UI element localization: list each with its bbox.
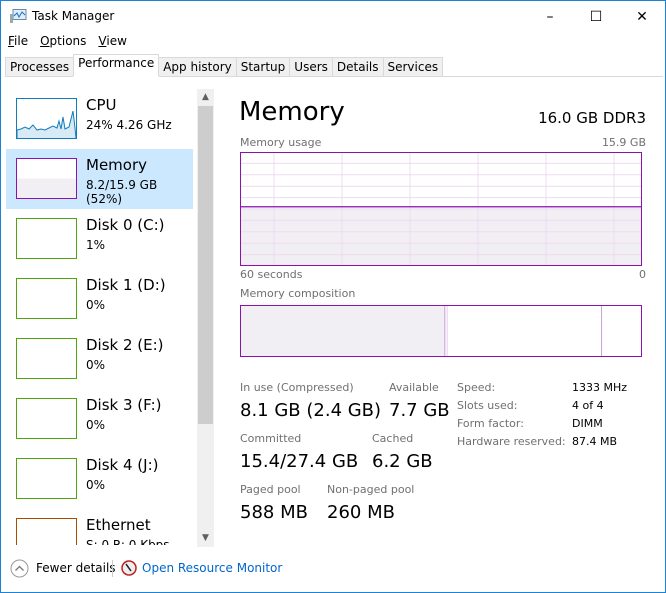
usage-label: Memory usage xyxy=(240,136,322,149)
sidebar-item-name: Ethernet xyxy=(86,516,151,534)
modified-segment[interactable] xyxy=(444,305,448,357)
menu-bar: File Options View xyxy=(8,34,127,48)
non-paged-pool-label: Non-paged pool xyxy=(327,483,415,496)
cpu-sparkline xyxy=(16,110,77,139)
memory-spec: 16.0 GB DDR3 xyxy=(538,109,646,127)
window-title: Task Manager xyxy=(32,9,115,23)
resource-monitor-icon xyxy=(121,560,137,576)
sidebar-item-disk-2-e[interactable]: Disk 2 (E:) 0% xyxy=(6,329,193,389)
spec-label: Speed: xyxy=(457,381,496,394)
memory-composition-bar xyxy=(240,305,642,357)
in-use-label: In use (Compressed) xyxy=(240,381,354,394)
sidebar-scrollbar[interactable]: ▲ ▼ xyxy=(197,89,214,547)
scroll-down-icon[interactable]: ▼ xyxy=(197,530,214,547)
composition-label: Memory composition xyxy=(240,287,356,300)
tab-processes[interactable]: Processes xyxy=(5,57,75,77)
menu-view[interactable]: View xyxy=(98,34,126,48)
sidebar-item-memory[interactable]: Memory 8.2/15.9 GB (52%) xyxy=(6,149,193,209)
footer: Fewer details Open Resource Monitor xyxy=(1,554,665,584)
time-left-label: 60 seconds xyxy=(240,268,303,281)
paged-pool-label: Paged pool xyxy=(240,483,301,496)
thumbnail-graph xyxy=(16,158,77,199)
spec-value: 4 of 4 xyxy=(572,399,604,412)
tab-users[interactable]: Users xyxy=(289,57,333,77)
sidebar-item-cpu[interactable]: CPU 24% 4.26 GHz xyxy=(6,89,193,149)
tab-services[interactable]: Services xyxy=(382,57,444,77)
usage-fill xyxy=(240,206,642,266)
available-value: 7.7 GB xyxy=(389,400,450,421)
sidebar-item-name: Disk 2 (E:) xyxy=(86,336,164,354)
paged-pool-value: 588 MB xyxy=(240,502,308,523)
page-title: Memory xyxy=(239,97,345,127)
spec-label: Hardware reserved: xyxy=(457,435,566,448)
sidebar-item-name: Disk 1 (D:) xyxy=(86,276,166,294)
sidebar-item-value: 0% xyxy=(86,298,106,312)
spec-label: Slots used: xyxy=(457,399,518,412)
memory-usage-graph xyxy=(240,152,642,266)
menu-file[interactable]: File xyxy=(8,34,28,48)
spec-value: 1333 MHz xyxy=(572,381,628,394)
fewer-details-button[interactable]: Fewer details xyxy=(36,561,116,575)
thumbnail-graph xyxy=(16,218,77,259)
thumbnail-graph xyxy=(16,518,77,545)
sidebar-item-value: 0% xyxy=(86,418,106,432)
sidebar-item-name: CPU xyxy=(86,96,117,114)
sidebar-item-name: Disk 4 (J:) xyxy=(86,456,159,474)
spec-value: 87.4 MB xyxy=(572,435,618,448)
title-bar: Task Manager – ☐ ✕ xyxy=(1,1,665,33)
open-resource-monitor-link[interactable]: Open Resource Monitor xyxy=(142,561,282,575)
task-manager-icon xyxy=(10,9,27,23)
chevron-up-circle-icon[interactable] xyxy=(10,559,29,578)
usage-max: 15.9 GB xyxy=(601,136,646,149)
spec-label: Form factor: xyxy=(457,417,524,430)
sidebar-item-value: 1% xyxy=(86,238,106,252)
standby-segment[interactable] xyxy=(447,305,602,357)
close-button[interactable]: ✕ xyxy=(619,1,665,32)
thumbnail-graph xyxy=(16,398,77,439)
sidebar-item-value: S: 0 R: 0 Kbps xyxy=(86,538,170,545)
in-use-segment[interactable] xyxy=(240,305,445,357)
footer-divider xyxy=(112,560,113,577)
scroll-up-icon[interactable]: ▲ xyxy=(197,89,214,106)
menu-options[interactable]: Options xyxy=(40,34,86,48)
memory-detail: Memory 16.0 GB DDR3 Memory usage 15.9 GB… xyxy=(239,77,659,547)
thumbnail-graph xyxy=(16,98,77,139)
spec-value: DIMM xyxy=(572,417,603,430)
sidebar-item-name: Memory xyxy=(86,156,148,174)
tab-app-history[interactable]: App history xyxy=(158,57,237,77)
scrollbar-thumb[interactable] xyxy=(198,106,213,424)
resource-list: CPU 24% 4.26 GHz Memory 8.2/15.9 GB (52%… xyxy=(5,89,196,545)
cached-value: 6.2 GB xyxy=(372,451,433,472)
sidebar-item-disk-4-j[interactable]: Disk 4 (J:) 0% xyxy=(6,449,193,509)
committed-value: 15.4/27.4 GB xyxy=(240,451,359,472)
sidebar-item-disk-3-f[interactable]: Disk 3 (F:) 0% xyxy=(6,389,193,449)
sidebar-item-ethernet[interactable]: Ethernet S: 0 R: 0 Kbps xyxy=(6,509,193,545)
sidebar-item-value: 0% xyxy=(86,358,106,372)
sidebar-item-name: Disk 3 (F:) xyxy=(86,396,162,414)
sidebar-item-value: 0% xyxy=(86,478,106,492)
sidebar-item-disk-1-d[interactable]: Disk 1 (D:) 0% xyxy=(6,269,193,329)
tab-performance[interactable]: Performance xyxy=(73,54,160,77)
maximize-button[interactable]: ☐ xyxy=(573,1,619,32)
sidebar-item-value: 8.2/15.9 GB (52%) xyxy=(86,178,158,206)
sidebar-item-disk-0-c[interactable]: Disk 0 (C:) 1% xyxy=(6,209,193,269)
cached-label: Cached xyxy=(372,432,414,445)
non-paged-pool-value: 260 MB xyxy=(327,502,395,523)
minimize-button[interactable]: – xyxy=(527,1,573,32)
tab-startup[interactable]: Startup xyxy=(235,57,291,77)
tab-bar: Processes Performance App history Startu… xyxy=(5,54,444,77)
time-right-label: 0 xyxy=(639,268,646,281)
thumbnail-graph xyxy=(16,278,77,319)
sidebar-item-value: 24% 4.26 GHz xyxy=(86,118,172,132)
sidebar-item-name: Disk 0 (C:) xyxy=(86,216,165,234)
committed-label: Committed xyxy=(240,432,302,445)
thumbnail-graph xyxy=(16,458,77,499)
tab-details[interactable]: Details xyxy=(331,57,384,77)
performance-panel: CPU 24% 4.26 GHz Memory 8.2/15.9 GB (52%… xyxy=(5,76,663,547)
available-label: Available xyxy=(389,381,439,394)
thumbnail-graph xyxy=(16,338,77,379)
in-use-value: 8.1 GB (2.4 GB) xyxy=(240,400,382,421)
task-manager-window: Task Manager – ☐ ✕ File Options View Pro… xyxy=(0,0,666,593)
